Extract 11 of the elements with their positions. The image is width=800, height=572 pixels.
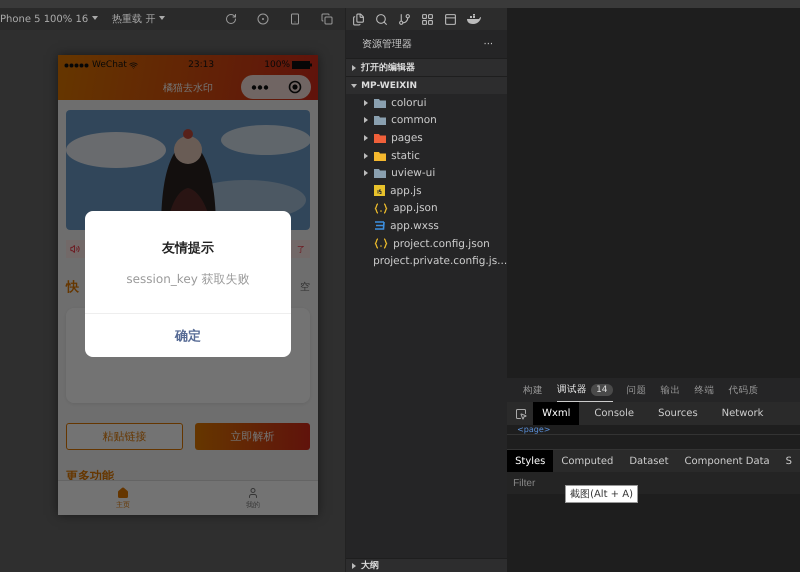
explorer-title: 资源管理器 — [362, 38, 412, 51]
dialog-message: session_key 获取失败 — [126, 271, 250, 288]
app-title: 橘猫去水印 — [163, 82, 213, 94]
carrier-text: WeChat — [92, 60, 127, 70]
battery-text: 100% — [264, 60, 290, 70]
count-badge: 14 — [591, 384, 613, 396]
tooltip: 截图(Alt + A) — [565, 485, 638, 503]
section-title: 快 — [66, 279, 79, 296]
dialog-title: 友情提示 — [162, 240, 214, 257]
status-time: 23:13 — [188, 60, 214, 70]
notice-text: 了 — [297, 244, 306, 254]
